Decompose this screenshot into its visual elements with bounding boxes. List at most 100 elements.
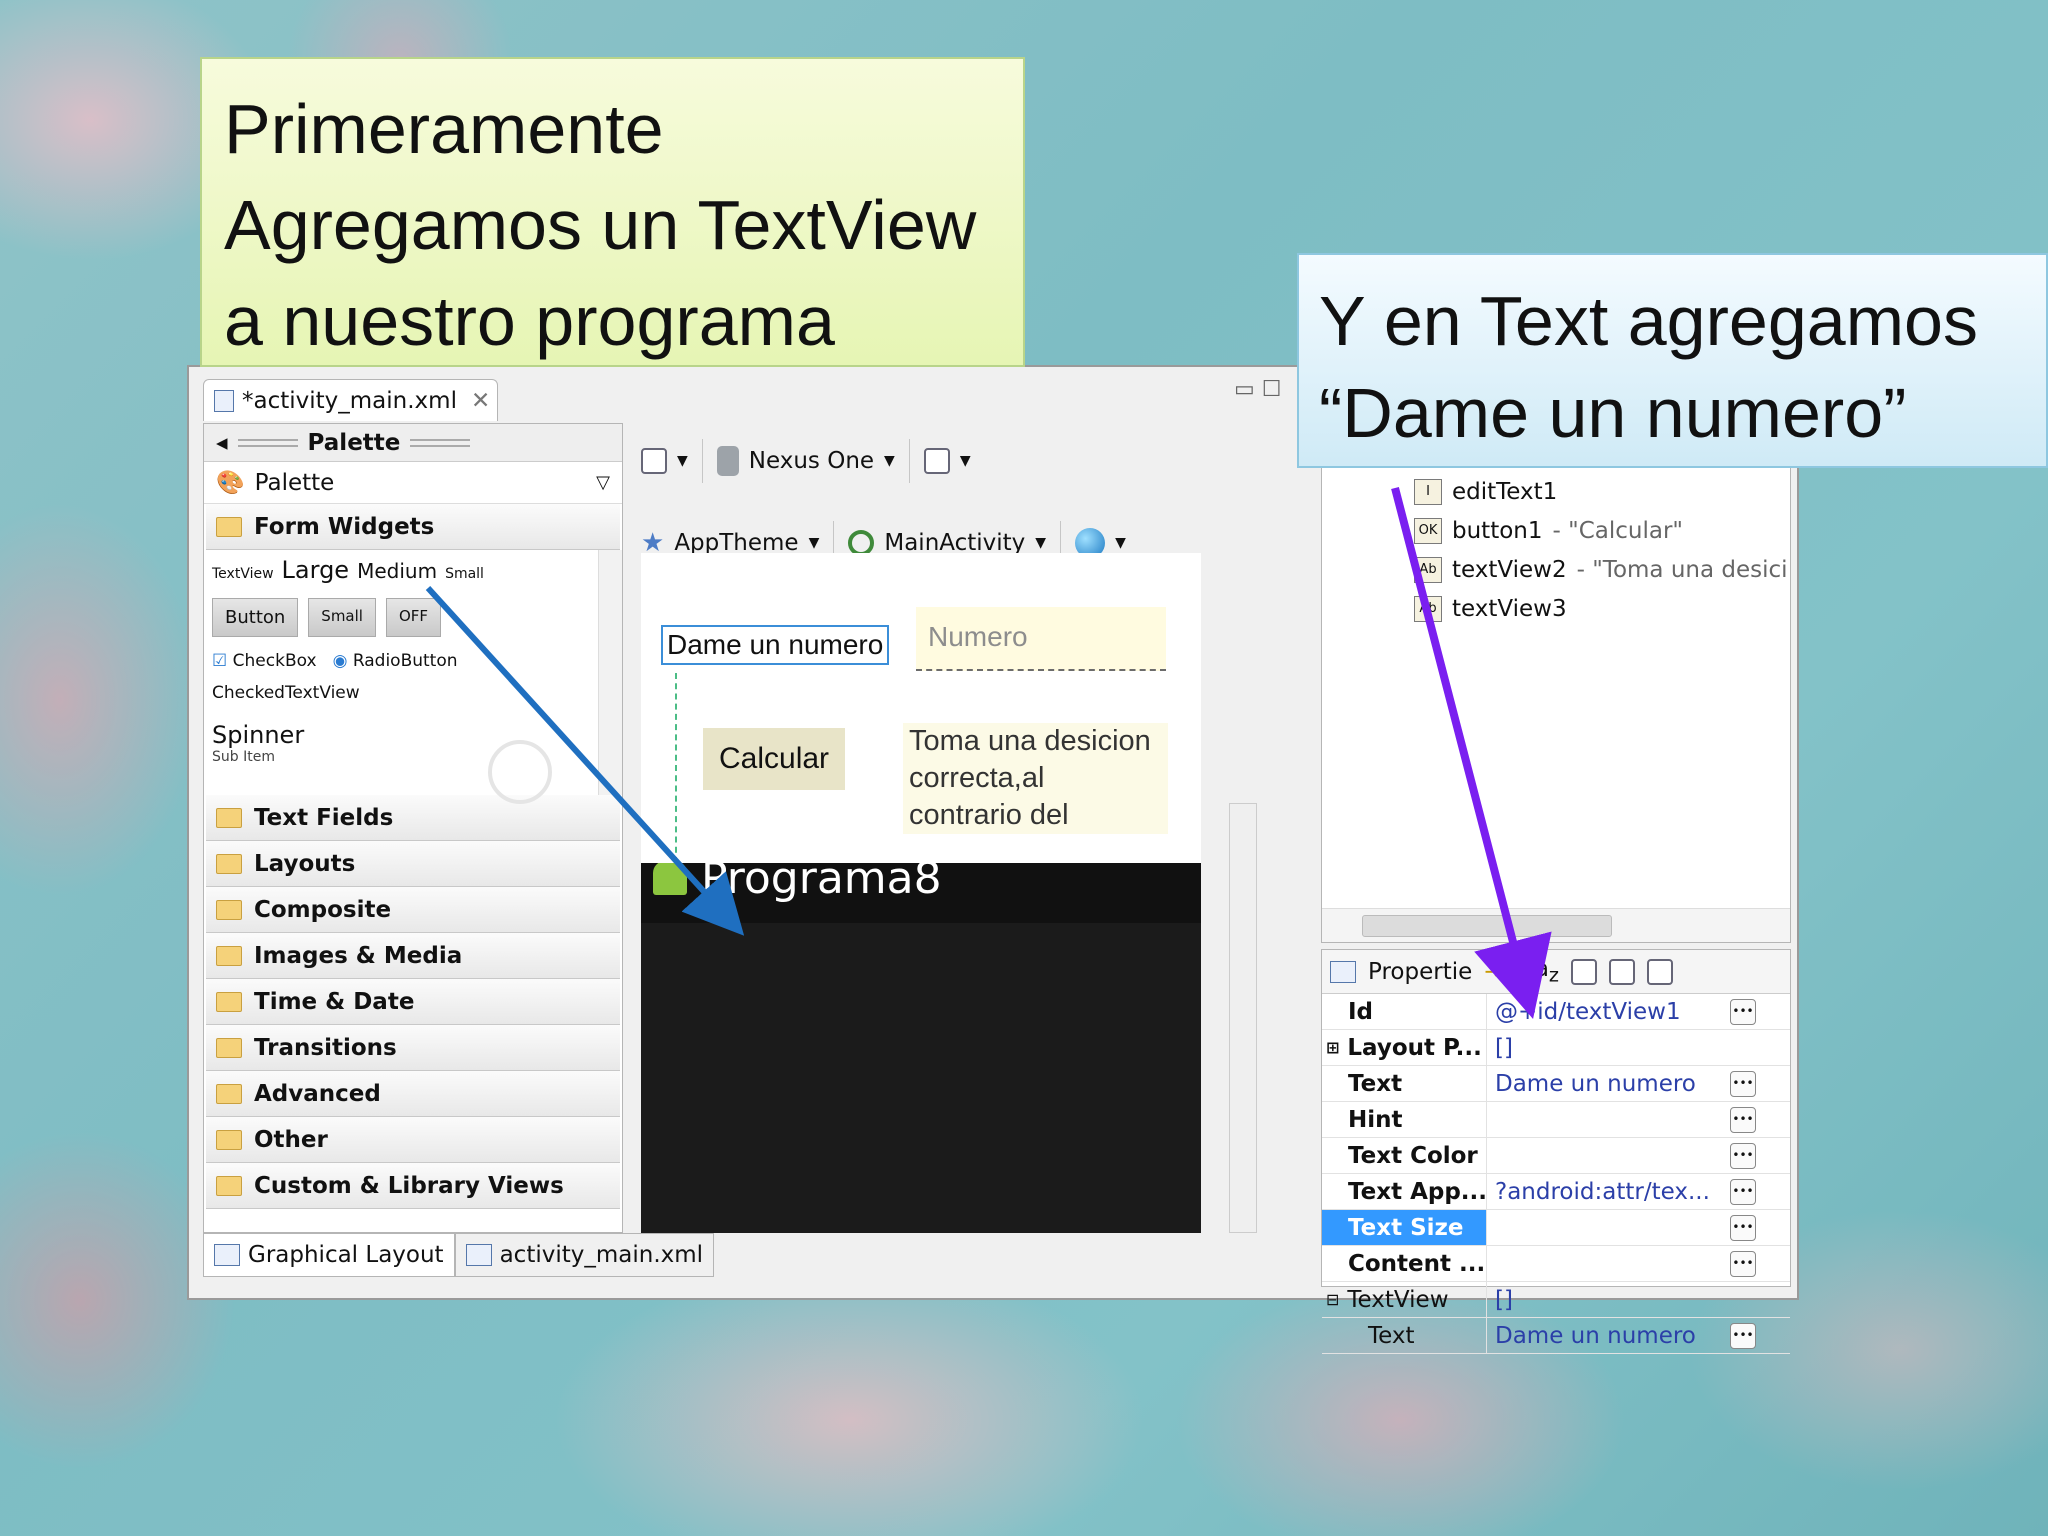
ellipsis-icon[interactable]: •••: [1730, 1322, 1756, 1349]
palette-folder[interactable]: Custom & Library Views: [206, 1163, 620, 1209]
preview-calcular-button[interactable]: Calcular: [703, 728, 846, 790]
editor-tab[interactable]: *activity_main.xml ✕: [203, 379, 498, 421]
palette-header: ◂ Palette: [204, 424, 622, 462]
palette-folder[interactable]: Time & Date: [206, 979, 620, 1025]
chevron-down-icon: ▼: [677, 453, 688, 469]
ellipsis-icon[interactable]: •••: [1730, 998, 1756, 1025]
grip-icon: [237, 438, 298, 447]
palette-folder[interactable]: Images & Media: [206, 933, 620, 979]
layout-canvas: ▼ Nexus One ▼ ▼ ★ AppTheme ▼ MainActivity ▼ …: [631, 423, 1311, 1233]
widget-checkedtextview[interactable]: CheckedTextView: [212, 683, 614, 703]
config-chooser[interactable]: ▼: [641, 448, 688, 474]
widget-spinner-subitem: Sub Item: [212, 749, 275, 765]
filter-icon[interactable]: ⇥: [1484, 959, 1503, 985]
preview-edittext1[interactable]: Numero: [916, 607, 1166, 671]
preview-textview2[interactable]: Toma una desicion correcta,al contrario …: [903, 723, 1168, 834]
outline-item[interactable]: Ab textView3: [1414, 596, 1577, 622]
properties-title: Propertie: [1368, 958, 1473, 985]
close-icon[interactable]: ✕: [471, 388, 490, 414]
ellipsis-icon[interactable]: •••: [1730, 1106, 1756, 1133]
property-row[interactable]: Hint •••: [1322, 1102, 1790, 1138]
property-value[interactable]: Dame un numero: [1487, 1323, 1730, 1349]
palette-folder[interactable]: Other: [206, 1117, 620, 1163]
property-name: ⊞ Layout P...: [1322, 1030, 1487, 1065]
widget-small-button[interactable]: Small: [308, 598, 376, 637]
palette-folder[interactable]: Advanced: [206, 1071, 620, 1117]
collapse-all-icon[interactable]: [1646, 958, 1673, 985]
palette-folder[interactable]: Transitions: [206, 1025, 620, 1071]
property-row[interactable]: Text App... ?android:attr/tex... •••: [1322, 1174, 1790, 1210]
expand-icon[interactable]: ⊞: [1326, 1038, 1339, 1057]
outline-item[interactable]: OK button1 - "Calcular": [1414, 518, 1683, 544]
property-name-text: Hint: [1348, 1106, 1403, 1133]
widget-checkbox[interactable]: ☑ CheckBox: [212, 651, 317, 671]
scroll-thumb[interactable]: [1362, 915, 1612, 937]
palette-selector[interactable]: 🎨 Palette ▽: [204, 462, 622, 504]
advanced-icon[interactable]: [1570, 958, 1597, 985]
preview-textview1[interactable]: Dame un numero: [661, 625, 890, 665]
property-row[interactable]: Text Dame un numero •••: [1322, 1066, 1790, 1102]
property-row[interactable]: ⊟ TextView []: [1322, 1282, 1790, 1318]
property-row[interactable]: Content ... •••: [1322, 1246, 1790, 1282]
property-value[interactable]: []: [1487, 1035, 1790, 1061]
widget-spinner[interactable]: Spinner Sub Item: [212, 721, 614, 765]
widget-radiobutton[interactable]: ◉ RadioButton: [333, 651, 458, 671]
property-row[interactable]: Text Color •••: [1322, 1138, 1790, 1174]
palette-icon: 🎨: [216, 470, 245, 496]
expand-all-icon[interactable]: [1608, 958, 1635, 985]
folder-icon: [216, 1175, 242, 1196]
outline-scrollbar[interactable]: [1322, 908, 1790, 942]
palette-folder[interactable]: Composite: [206, 887, 620, 933]
property-row[interactable]: ⊞ Layout P...[]: [1322, 1030, 1790, 1066]
collapse-left-icon[interactable]: ◂: [216, 430, 228, 456]
radio-icon: ◉: [332, 651, 348, 671]
chevron-down-icon: ▼: [808, 535, 820, 551]
ellipsis-icon[interactable]: •••: [1730, 1142, 1756, 1169]
property-name: Text: [1322, 1066, 1487, 1101]
ellipsis-icon[interactable]: •••: [1730, 1070, 1756, 1097]
device-screen: Dame un numero Numero Calcular Toma una …: [641, 553, 1201, 863]
folder-label: Transitions: [254, 1034, 397, 1061]
ellipsis-icon[interactable]: •••: [1730, 1178, 1756, 1205]
palette-folder[interactable]: Layouts: [206, 841, 620, 887]
property-name-text: Content ...: [1348, 1250, 1486, 1277]
chevron-down-icon[interactable]: ▽: [596, 472, 610, 493]
palette-folder[interactable]: Text Fields: [206, 795, 620, 841]
widget-medium-text[interactable]: Medium: [357, 559, 437, 583]
property-value[interactable]: []: [1487, 1287, 1790, 1313]
folder-open-icon: [216, 516, 242, 537]
widget-toggle-button[interactable]: OFF: [385, 598, 442, 637]
separator: [701, 439, 703, 483]
sort-az-icon[interactable]: ↓az: [1516, 956, 1559, 987]
outline-item[interactable]: IeditText1: [1414, 479, 1567, 505]
callout-instruction-1: Primeramente Agregamos un TextView a nue…: [200, 57, 1025, 367]
tab-xml-source[interactable]: activity_main.xml: [454, 1233, 715, 1277]
folder-icon: [216, 853, 242, 874]
expand-icon[interactable]: ⊟: [1326, 1290, 1339, 1309]
folder-form-widgets[interactable]: Form Widgets: [206, 504, 620, 550]
canvas-scrollbar[interactable]: [1229, 803, 1257, 1233]
property-row[interactable]: Text Dame un numero •••: [1322, 1318, 1790, 1354]
phone-icon: [716, 446, 739, 476]
property-row[interactable]: Id @+id/textView1 •••: [1322, 994, 1790, 1030]
outline-item[interactable]: Ab textView2 - "Toma una desici: [1414, 557, 1788, 583]
properties-header: Propertie ⇥ ↓az: [1322, 950, 1790, 994]
checkbox-icon: ☑: [212, 651, 228, 671]
widget-small-text[interactable]: Small: [445, 566, 484, 582]
window-controls[interactable]: ▭ ☐: [1234, 377, 1282, 402]
ellipsis-icon[interactable]: •••: [1730, 1250, 1756, 1277]
property-value[interactable]: @+id/textView1: [1487, 999, 1730, 1025]
folder-icon: [216, 991, 242, 1012]
palette-scrollbar[interactable]: [598, 550, 622, 795]
property-value[interactable]: ?android:attr/tex...: [1487, 1179, 1730, 1205]
folder-icon: [216, 899, 242, 920]
tab-graphical-layout[interactable]: Graphical Layout: [203, 1233, 455, 1277]
property-row[interactable]: Text Size •••: [1322, 1210, 1790, 1246]
device-selector[interactable]: Nexus One ▼: [716, 446, 895, 476]
widget-textview[interactable]: TextView: [212, 566, 274, 582]
widget-large-text[interactable]: Large: [282, 556, 350, 584]
orientation-selector[interactable]: ▼: [923, 448, 971, 474]
widget-button[interactable]: Button: [212, 598, 299, 637]
ellipsis-icon[interactable]: •••: [1730, 1214, 1756, 1241]
property-value[interactable]: Dame un numero: [1487, 1071, 1730, 1097]
